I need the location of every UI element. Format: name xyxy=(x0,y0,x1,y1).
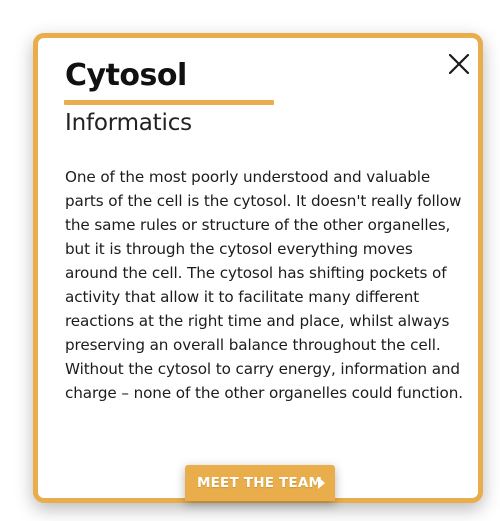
close-button[interactable] xyxy=(446,51,472,77)
close-icon xyxy=(448,53,470,75)
dialog-body-text: One of the most poorly understood and va… xyxy=(65,168,463,402)
title-underline xyxy=(64,100,274,105)
play-icon xyxy=(318,477,325,489)
meet-the-team-label: MEET THE TEAM xyxy=(197,475,323,491)
info-dialog: Cytosol Informatics One of the most poor… xyxy=(33,33,483,503)
dialog-title: Cytosol xyxy=(65,58,187,93)
dialog-subtitle: Informatics xyxy=(65,110,192,136)
meet-the-team-button[interactable]: MEET THE TEAM xyxy=(185,465,335,501)
